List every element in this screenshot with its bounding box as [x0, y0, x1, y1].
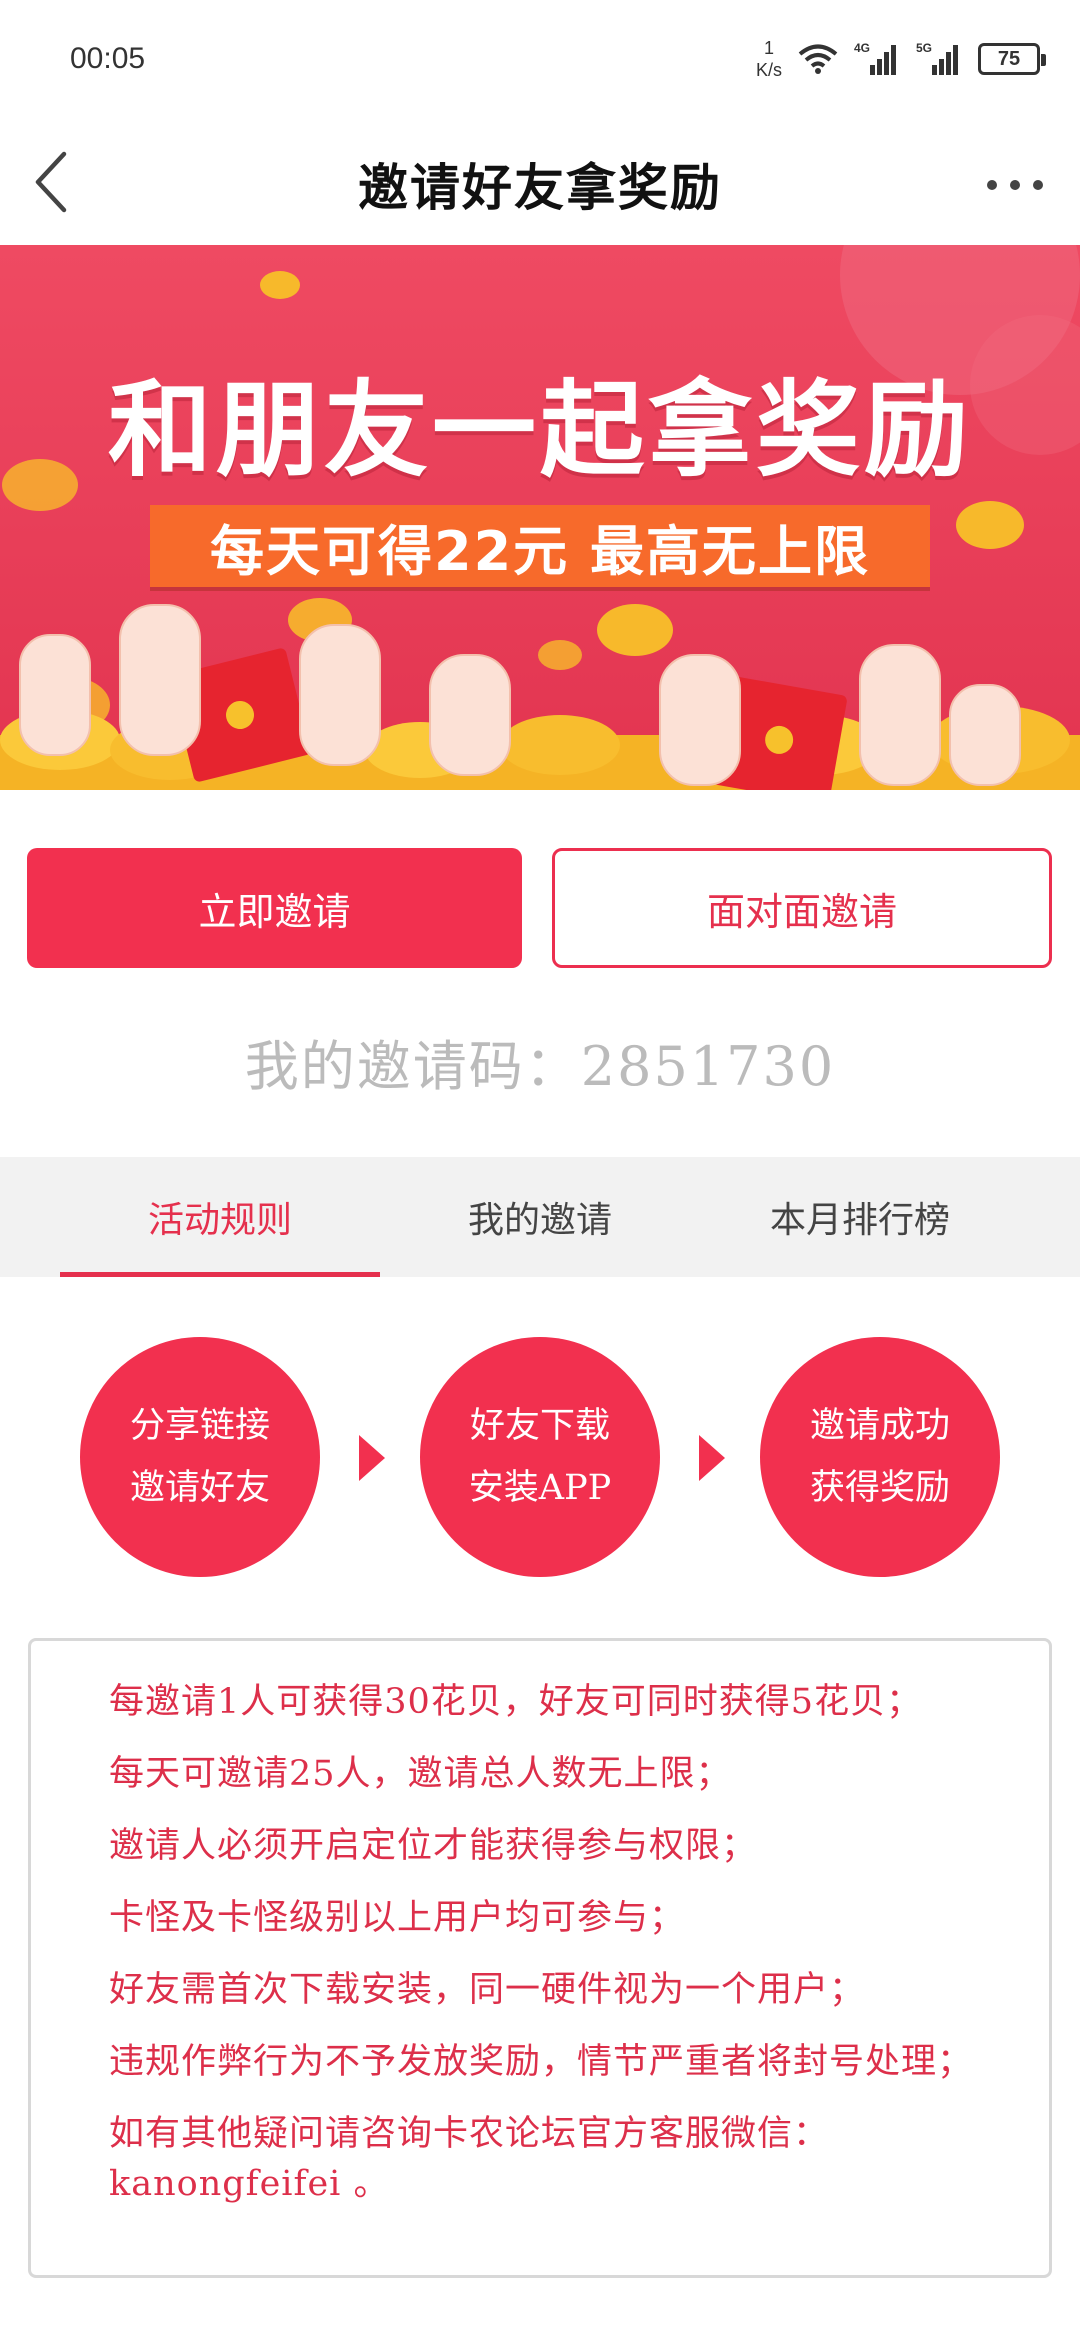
wifi-icon: [798, 44, 838, 74]
promo-banner[interactable]: 和朋友一起拿奖励 每天可得22元 最高无上限: [0, 245, 1080, 790]
status-bar: 00:05 1 K/s 4G 5G 75: [0, 0, 1080, 120]
step-text: 获得奖励: [809, 1468, 950, 1508]
rule-item: 违规作弊行为不予发放奖励，情节严重者将封号处理；: [109, 2042, 974, 2082]
step-arrow-icon: [699, 1435, 725, 1481]
tab-activity-rules[interactable]: 活动规则: [60, 1157, 380, 1277]
svg-text:5G: 5G: [916, 41, 932, 55]
battery-icon: 75: [978, 43, 1046, 75]
step-get-reward: 邀请成功 获得奖励: [760, 1337, 1000, 1577]
tab-monthly-leaderboard[interactable]: 本月排行榜: [700, 1157, 1020, 1277]
network-speed: 1 K/s: [755, 38, 782, 80]
status-icons: 1 K/s 4G 5G 75: [755, 34, 1046, 84]
invite-code-label: 我的邀请码：: [244, 1035, 581, 1098]
app-header: 邀请好友拿奖励: [0, 120, 1080, 245]
step-arrow-icon: [359, 1435, 385, 1481]
face-to-face-invite-button[interactable]: 面对面邀请: [552, 848, 1052, 968]
signal-5g-icon: 5G: [916, 41, 958, 75]
banner-subtitle: 每天可得22元 最高无上限: [210, 519, 870, 583]
step-text: 好友下载: [469, 1406, 610, 1446]
more-options-icon[interactable]: [980, 160, 1050, 210]
step-text: 邀请好友: [129, 1468, 270, 1508]
tab-bar: 活动规则 我的邀请 本月排行榜: [0, 1157, 1080, 1277]
page-title: 邀请好友拿奖励: [358, 158, 722, 217]
step-friend-download: 好友下载 安装APP: [420, 1337, 660, 1577]
battery-level: 75: [997, 47, 1021, 70]
rule-item: 卡怪及卡怪级别以上用户均可参与；: [109, 1898, 686, 1938]
tab-my-invites[interactable]: 我的邀请: [380, 1157, 700, 1277]
step-text: 分享链接: [129, 1406, 270, 1446]
invite-code: 我的邀请码：2851730: [0, 1022, 1080, 1101]
signal-4g-icon: 4G: [854, 41, 896, 75]
invite-now-button[interactable]: 立即邀请: [27, 848, 522, 968]
step-text: 安装APP: [468, 1468, 612, 1508]
banner-title: 和朋友一起拿奖励: [107, 369, 972, 491]
banner-ribbon: 每天可得22元 最高无上限: [150, 505, 930, 587]
step-text: 邀请成功: [809, 1406, 950, 1446]
status-time: 00:05: [70, 42, 146, 75]
active-tab-indicator: [60, 1272, 380, 1277]
rule-item: 如有其他疑问请咨询卡农论坛官方客服微信：kanongfeifei 。: [109, 2114, 830, 2204]
step-share-link: 分享链接 邀请好友: [80, 1337, 320, 1577]
invite-code-value: 2851730: [580, 1035, 836, 1098]
rule-item: 每邀请1人可获得30花贝，好友可同时获得5花贝；: [109, 1682, 923, 1722]
rule-item: 每天可邀请25人，邀请总人数无上限；: [109, 1754, 732, 1794]
rule-item: 好友需首次下载安装，同一硬件视为一个用户；: [109, 1970, 866, 2010]
rule-item: 邀请人必须开启定位才能获得参与权限；: [109, 1826, 758, 1866]
rules-box: 每邀请1人可获得30花贝，好友可同时获得5花贝； 每天可邀请25人，邀请总人数无…: [28, 1638, 1052, 2278]
svg-text:4G: 4G: [854, 41, 870, 55]
